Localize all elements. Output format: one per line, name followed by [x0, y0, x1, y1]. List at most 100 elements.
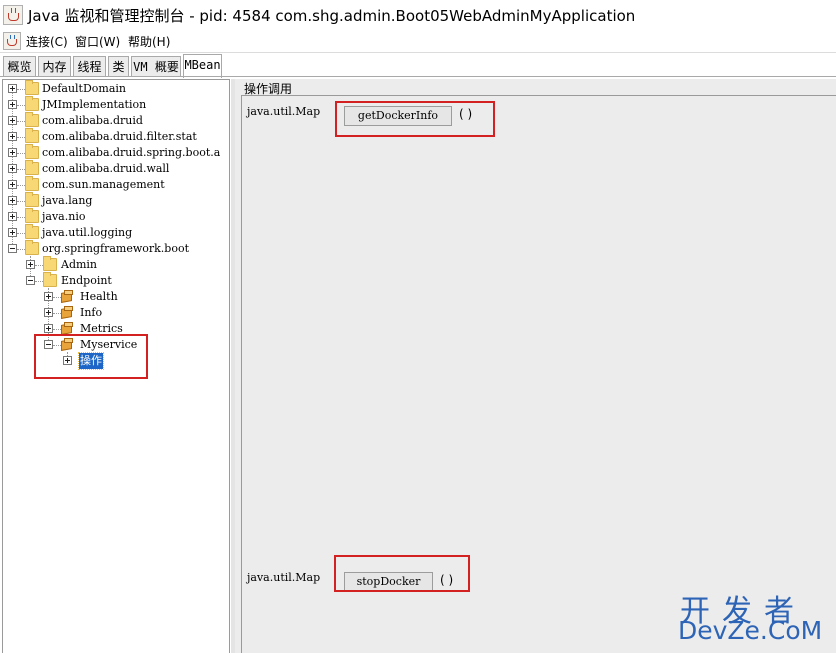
tab-mbean[interactable]: MBean: [183, 54, 222, 78]
tree-node-label: com.alibaba.druid.spring.boot.a: [42, 146, 221, 159]
mbean-tree[interactable]: DefaultDomain JMImplementation com.aliba…: [2, 79, 230, 653]
tree-node-label: 操作: [78, 352, 104, 370]
menu-connection[interactable]: 连接(C): [26, 33, 68, 50]
tree-node-label: Admin: [61, 258, 98, 271]
tree-node-label: com.alibaba.druid: [42, 114, 143, 127]
tab-vm-summary[interactable]: VM 概要: [131, 56, 181, 76]
folder-icon: [25, 208, 39, 223]
tree-branch-line: [53, 345, 61, 347]
tree-node-java-util-logging[interactable]: java.util.logging: [3, 224, 229, 241]
tree-node-label: Health: [80, 290, 118, 303]
operation-return-type: java.util.Map: [247, 571, 321, 584]
expand-icon[interactable]: [8, 212, 17, 221]
tree-node-org-springframework-boot[interactable]: org.springframework.boot: [3, 240, 229, 257]
watermark: 开发者 DevZe.CoM: [678, 586, 836, 650]
tree-node-defaultdomain[interactable]: DefaultDomain: [3, 80, 229, 97]
stop-docker-button[interactable]: stopDocker: [344, 572, 433, 592]
tab-divider: [0, 76, 836, 77]
tree-branch-line: [17, 217, 25, 219]
expand-icon[interactable]: [8, 148, 17, 157]
tree-branch-line: [17, 137, 25, 139]
tree-node-druid-spring-boot[interactable]: com.alibaba.druid.spring.boot.a: [3, 144, 229, 161]
folder-icon: [43, 256, 57, 271]
tree-branch-line: [53, 329, 61, 331]
operations-panel: 操作调用 java.util.Map getDockerInfo ( ) jav…: [235, 79, 836, 653]
menu-help[interactable]: 帮助(H): [128, 33, 170, 50]
mbean-icon: [61, 322, 74, 335]
get-docker-info-button[interactable]: getDockerInfo: [344, 106, 452, 126]
folder-icon: [25, 160, 39, 175]
operation-return-type: java.util.Map: [247, 105, 321, 118]
tree-node-druid-wall[interactable]: com.alibaba.druid.wall: [3, 160, 229, 177]
expand-icon[interactable]: [44, 308, 53, 317]
java-cup-icon[interactable]: [3, 32, 21, 50]
watermark-text-en: DevZe.CoM: [678, 616, 823, 645]
tree-node-jmimplementation[interactable]: JMImplementation: [3, 96, 229, 113]
tree-branch-line: [35, 281, 43, 283]
folder-open-icon: [43, 272, 57, 287]
menu-bar: 连接(C) 窗口(W) 帮助(H): [0, 30, 836, 52]
expand-icon[interactable]: [8, 132, 17, 141]
tab-classes[interactable]: 类: [108, 56, 129, 76]
tree-node-label: JMImplementation: [42, 98, 147, 111]
expand-icon[interactable]: [8, 116, 17, 125]
folder-icon: [25, 192, 39, 207]
tree-node-com-sun-management[interactable]: com.sun.management: [3, 176, 229, 193]
mbean-icon: [61, 338, 74, 351]
tree-branch-line: [17, 89, 25, 91]
tab-threads[interactable]: 线程: [73, 56, 106, 76]
expand-icon[interactable]: [8, 196, 17, 205]
tab-strip: 概览 内存 线程 类 VM 概要 MBean: [0, 52, 836, 78]
tree-branch-line: [17, 169, 25, 171]
collapse-icon[interactable]: [8, 244, 17, 253]
tree-node-java-nio[interactable]: java.nio: [3, 208, 229, 225]
menu-window[interactable]: 窗口(W): [75, 33, 120, 50]
expand-icon[interactable]: [8, 84, 17, 93]
tree-node-druid-filter-stat[interactable]: com.alibaba.druid.filter.stat: [3, 128, 229, 145]
folder-icon: [25, 144, 39, 159]
title-bar: Java 监视和管理控制台 - pid: 4584 com.shg.admin.…: [0, 0, 836, 30]
folder-icon: [25, 176, 39, 191]
expand-icon[interactable]: [44, 292, 53, 301]
collapse-icon[interactable]: [44, 340, 53, 349]
tab-overview[interactable]: 概览: [3, 56, 36, 76]
folder-icon: [25, 96, 39, 111]
mbean-icon: [61, 306, 74, 319]
folder-icon: [25, 224, 39, 239]
java-cup-icon: [3, 5, 23, 25]
operations-list: java.util.Map getDockerInfo ( ) java.uti…: [241, 95, 836, 653]
tree-branch-line: [17, 153, 25, 155]
tree-node-endpoint[interactable]: Endpoint: [3, 272, 229, 289]
expand-icon[interactable]: [8, 180, 17, 189]
folder-icon: [25, 128, 39, 143]
tree-node-label: java.util.logging: [42, 226, 133, 239]
operation-params: ( ): [440, 573, 454, 587]
collapse-icon[interactable]: [26, 276, 35, 285]
tree-node-admin[interactable]: Admin: [3, 256, 229, 273]
tree-branch-line: [17, 185, 25, 187]
tree-node-java-lang[interactable]: java.lang: [3, 192, 229, 209]
tree-node-info[interactable]: Info: [3, 305, 229, 321]
expand-icon[interactable]: [26, 260, 35, 269]
folder-open-icon: [25, 240, 39, 255]
tree-node-label: Myservice: [80, 338, 138, 351]
expand-icon[interactable]: [44, 324, 53, 333]
tree-node-label: java.nio: [42, 210, 86, 223]
tree-node-metrics[interactable]: Metrics: [3, 321, 229, 337]
tree-node-health[interactable]: Health: [3, 289, 229, 305]
tree-branch-line: [17, 249, 25, 251]
tab-memory[interactable]: 内存: [38, 56, 71, 76]
expand-icon[interactable]: [8, 164, 17, 173]
tree-branch-line: [35, 265, 43, 267]
tree-node-operations[interactable]: 操作: [3, 352, 229, 370]
expand-icon[interactable]: [8, 100, 17, 109]
tree-node-com-alibaba-druid[interactable]: com.alibaba.druid: [3, 112, 229, 129]
tree-branch-line: [17, 201, 25, 203]
expand-icon[interactable]: [8, 228, 17, 237]
tree-branch-line: [17, 105, 25, 107]
tree-node-label: com.sun.management: [42, 178, 165, 191]
tree-node-label: java.lang: [42, 194, 93, 207]
tree-node-myservice[interactable]: Myservice: [3, 337, 229, 353]
operation-params: ( ): [459, 107, 473, 121]
expand-icon[interactable]: [63, 356, 72, 365]
